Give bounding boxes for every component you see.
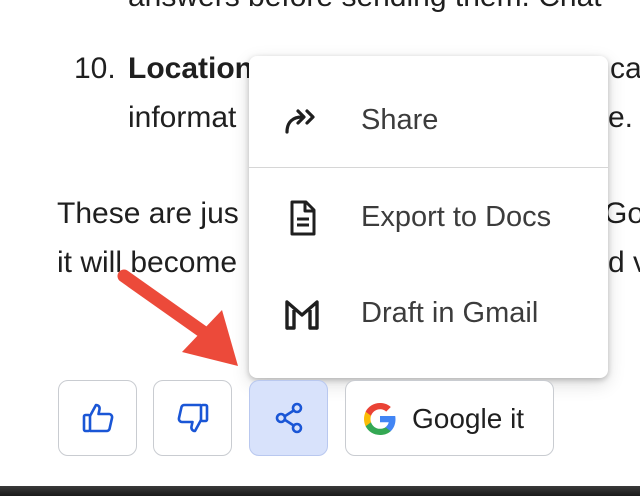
screenshot-frame: answers before sending them. Chat 10. Lo… bbox=[0, 0, 640, 496]
thumbs-down-button[interactable] bbox=[153, 380, 232, 456]
paragraph-line-1-tail: Go bbox=[604, 197, 640, 230]
menu-divider bbox=[249, 167, 608, 168]
docs-icon bbox=[290, 200, 316, 236]
share-forward-icon bbox=[285, 109, 315, 134]
share-menu: Share Export to Docs Draft in Gmail bbox=[249, 56, 608, 378]
thumbs-up-icon bbox=[82, 403, 113, 433]
thumbs-down-icon bbox=[177, 403, 208, 433]
paragraph-line-1: These are jus bbox=[57, 197, 239, 230]
document-cut-line: answers before sending them. Chat bbox=[128, 0, 602, 12]
list-heading: Location bbox=[128, 52, 253, 85]
share-icon bbox=[275, 402, 302, 434]
menu-item-draft-gmail[interactable]: Draft in Gmail bbox=[249, 271, 608, 357]
menu-item-share[interactable]: Share bbox=[249, 78, 608, 164]
gmail-icon bbox=[285, 300, 319, 330]
share-button[interactable] bbox=[249, 380, 328, 456]
google-it-button[interactable]: Google it bbox=[345, 380, 554, 456]
google-it-label: Google it bbox=[412, 403, 525, 434]
menu-item-share-label: Share bbox=[361, 104, 439, 136]
menu-item-draft-gmail-label: Draft in Gmail bbox=[361, 297, 539, 329]
paragraph-line-2-tail: d v bbox=[608, 246, 640, 279]
screenshot-bottom-edge bbox=[0, 486, 640, 496]
menu-item-export-docs[interactable]: Export to Docs bbox=[249, 175, 608, 261]
thumbs-up-button[interactable] bbox=[58, 380, 137, 456]
list-body-line-tail: e. bbox=[608, 101, 634, 134]
list-heading-tail: ca bbox=[610, 52, 640, 85]
callout-arrow-icon bbox=[117, 269, 238, 366]
google-g-icon bbox=[364, 403, 396, 435]
list-body-line: informat bbox=[128, 101, 237, 134]
list-number: 10. bbox=[74, 52, 116, 85]
menu-item-export-docs-label: Export to Docs bbox=[361, 201, 552, 233]
